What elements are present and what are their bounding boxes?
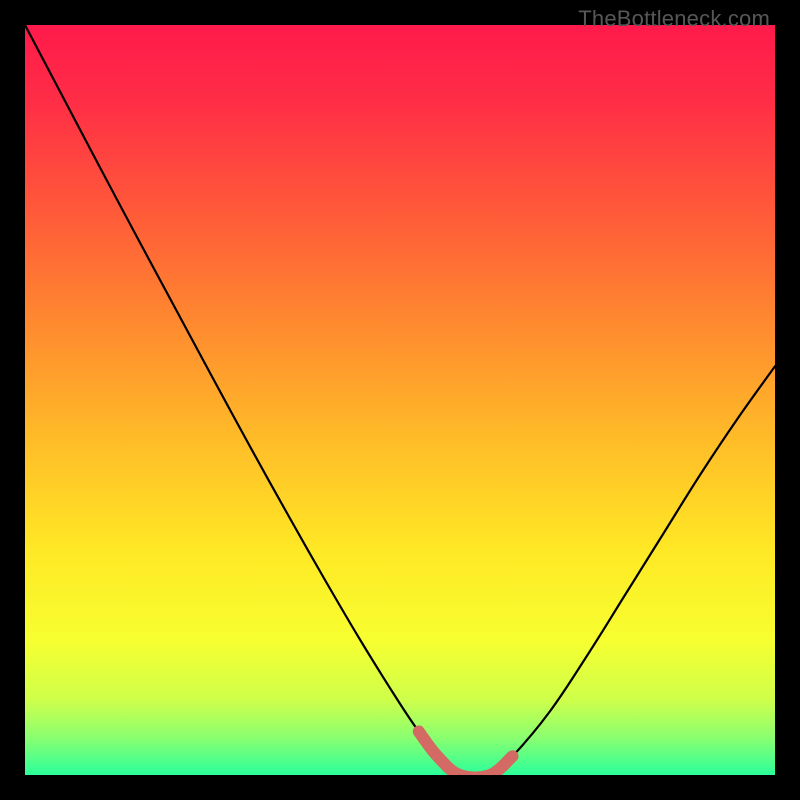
optimal-range-highlight bbox=[419, 732, 513, 776]
bottleneck-curve bbox=[25, 25, 775, 775]
main-curve-path bbox=[25, 25, 775, 775]
chart-frame: TheBottleneck.com bbox=[0, 0, 800, 800]
watermark-text: TheBottleneck.com bbox=[578, 6, 770, 32]
plot-area bbox=[25, 25, 775, 775]
